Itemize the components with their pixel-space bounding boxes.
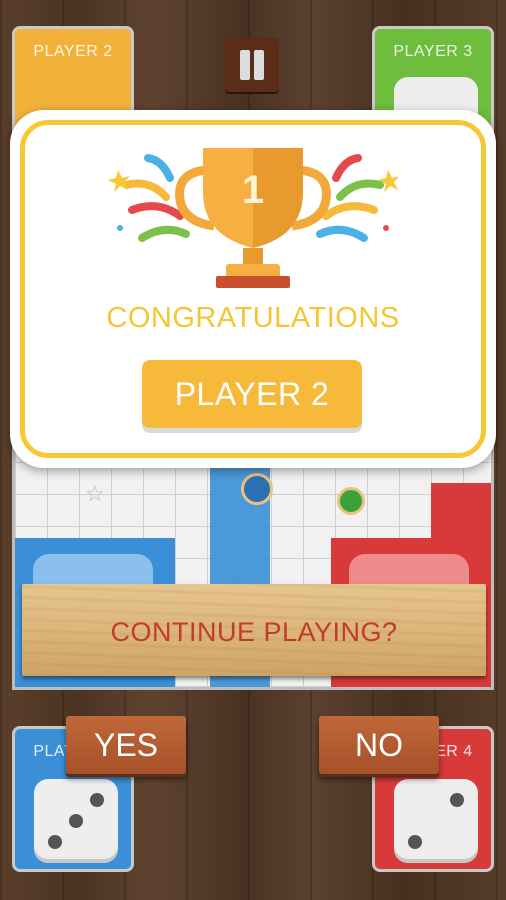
no-button[interactable]: NO	[319, 716, 439, 774]
dice-icon[interactable]	[394, 779, 478, 863]
blue-token[interactable]	[241, 473, 273, 505]
continue-question: CONTINUE PLAYING?	[110, 617, 398, 647]
green-token[interactable]	[337, 487, 365, 515]
red-lane	[431, 483, 491, 538]
continue-prompt-plank: CONTINUE PLAYING?	[22, 584, 486, 676]
dice-icon[interactable]	[34, 779, 118, 863]
player-label: PLAYER 2	[33, 43, 113, 60]
yes-button[interactable]: YES	[66, 716, 186, 774]
trophy-icon	[108, 148, 398, 288]
pause-icon	[240, 50, 250, 80]
win-modal: 1 CONGRATULATIONS PLAYER 2	[10, 110, 496, 468]
safe-star-icon: ☆	[85, 481, 105, 506]
pause-icon-bar	[254, 50, 264, 80]
winner-badge: PLAYER 2	[142, 360, 362, 428]
pause-button[interactable]	[225, 38, 279, 92]
player-label: PLAYER 3	[393, 43, 473, 60]
trophy-rank: 1	[241, 168, 265, 212]
congratulations-title: CONGRATULATIONS	[106, 302, 400, 334]
